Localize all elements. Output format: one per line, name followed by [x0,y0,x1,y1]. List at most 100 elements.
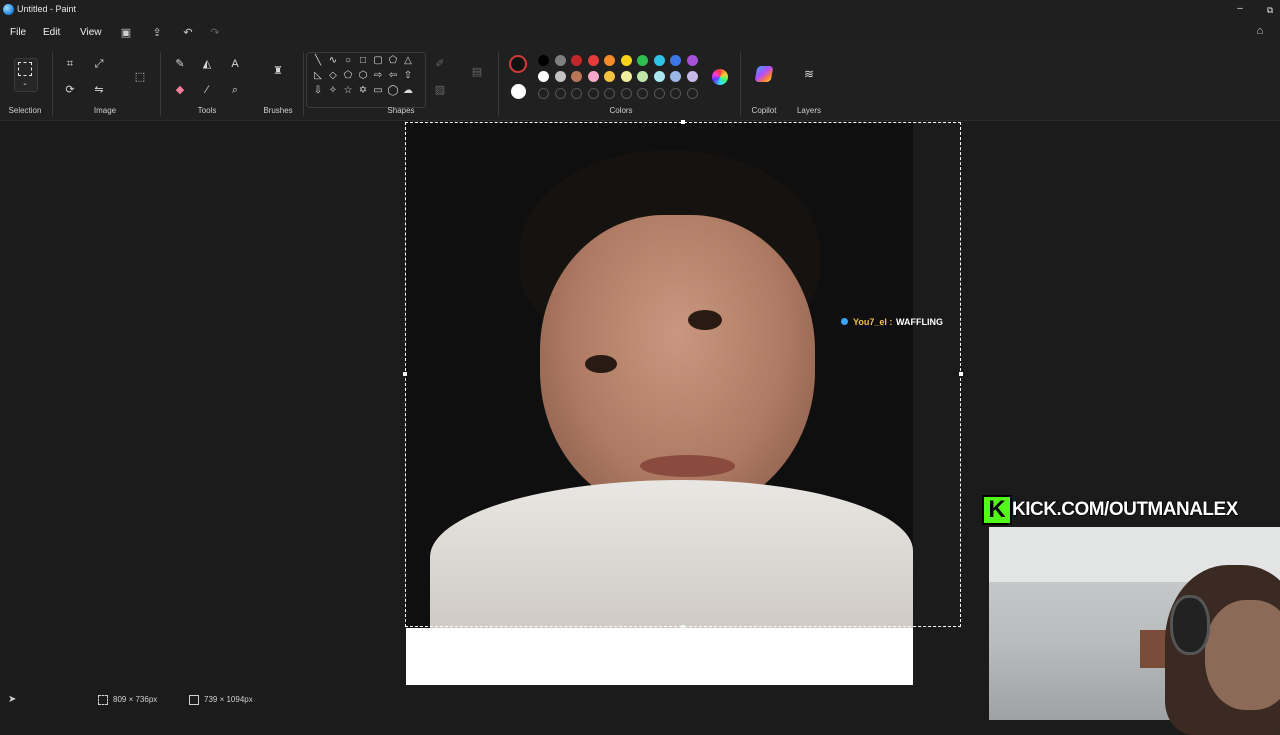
group-label-selection: Selection [8,106,42,115]
redo-icon[interactable]: ↷ [207,25,223,41]
resize-handle-right[interactable] [959,372,963,376]
arrow-right-shape-icon[interactable]: ⇨ [372,70,384,82]
arrow-down-shape-icon[interactable]: ⇩ [312,85,324,97]
color-picker-icon[interactable]: ⁄ [200,83,214,97]
pencil-icon[interactable]: ✎ [173,57,187,71]
chevron-down-icon[interactable]: ⌄ [19,79,31,87]
status-selection-size: 809 × 736px [113,695,158,704]
star-six-shape-icon[interactable]: ✡ [357,85,369,97]
star-four-shape-icon[interactable]: ✧ [327,85,339,97]
diamond-shape-icon[interactable]: ◇ [327,70,339,82]
color-swatch[interactable] [637,55,648,66]
pentagon-shape-icon[interactable]: ⬠ [342,70,354,82]
custom-color-slot[interactable] [554,88,566,99]
menu-edit[interactable]: Edit [43,27,60,38]
selection-marquee[interactable] [405,122,961,627]
rectangle-shape-icon[interactable]: □ [357,55,369,67]
oval-shape-icon[interactable]: ○ [342,55,354,67]
color-swatch[interactable] [538,55,549,66]
custom-color-slot[interactable] [571,88,582,99]
copilot-icon[interactable] [754,66,774,82]
curve-shape-icon[interactable]: ∿ [327,55,339,67]
resize-handle-top[interactable] [681,120,685,124]
polygon-shape-icon[interactable]: ⬠ [387,55,399,67]
outline-icon[interactable]: ✐ [433,57,447,71]
triangle-shape-icon[interactable]: △ [402,55,414,67]
status-canvas-size: 739 × 1094px [204,695,253,704]
edit-colors-icon[interactable] [712,69,728,85]
ribbon-divider [160,52,161,116]
star-five-shape-icon[interactable]: ☆ [342,85,354,97]
color-swatch[interactable] [587,71,599,82]
undo-icon[interactable]: ↶ [180,25,196,41]
share-icon[interactable]: ⇪ [149,25,165,41]
color-swatch[interactable] [554,55,566,66]
text-tool-icon[interactable]: A [228,57,242,71]
maximize-button[interactable]: ⧉ [1262,2,1278,18]
arrow-left-shape-icon[interactable]: ⇦ [387,70,399,82]
primary-color-swatch[interactable] [509,55,527,73]
custom-color-slot[interactable] [653,88,665,99]
flip-icon[interactable]: ⇋ [92,83,106,97]
resize-handle-bottom[interactable] [681,625,685,629]
rotate-icon[interactable]: ⟳ [63,83,77,97]
rounded-rectangle-shape-icon[interactable]: ▢ [372,55,384,67]
color-swatch[interactable] [571,71,582,82]
custom-color-slot[interactable] [637,88,648,99]
color-swatch[interactable] [538,71,549,82]
color-swatch[interactable] [653,71,665,82]
save-icon[interactable]: ▣ [118,25,134,41]
custom-color-slot[interactable] [670,88,681,99]
brush-icon[interactable]: ♜ [271,64,285,82]
headphones-icon [1170,595,1210,655]
group-label-copilot: Copilot [751,106,777,115]
kick-channel-url: KICK.COM/OUTMANALEX [1011,498,1239,520]
kick-logo: K [982,495,1012,525]
color-swatch[interactable] [604,55,615,66]
color-swatch[interactable] [670,55,681,66]
callout-cloud-shape-icon[interactable]: ☁ [402,85,414,97]
color-swatch[interactable] [686,71,698,82]
selection-size-icon [98,695,108,705]
color-swatch[interactable] [637,71,648,82]
callout-rect-shape-icon[interactable]: ▭ [372,85,384,97]
minimize-button[interactable]: – [1232,2,1248,18]
line-shape-icon[interactable]: ╲ [312,55,324,67]
fill-icon[interactable]: ▨ [433,83,447,97]
color-swatch[interactable] [604,71,615,82]
custom-color-slot[interactable] [620,88,632,99]
arrow-up-shape-icon[interactable]: ⇧ [402,70,414,82]
resize-handle-left[interactable] [403,372,407,376]
color-swatch[interactable] [620,71,632,82]
callout-oval-shape-icon[interactable]: ◯ [387,85,399,97]
color-swatch[interactable] [653,55,665,66]
color-swatch[interactable] [670,71,681,82]
color-swatch[interactable] [620,55,632,66]
color-swatch[interactable] [554,71,566,82]
shape-fill-icon[interactable]: ▤ [470,65,484,79]
image-select-icon[interactable]: ⬚ [133,70,147,84]
magnifier-icon[interactable]: ⌕ [228,83,242,97]
secondary-color-swatch[interactable] [511,84,526,99]
right-triangle-shape-icon[interactable]: ◺ [312,70,324,82]
custom-color-slot[interactable] [538,88,549,99]
color-swatch[interactable] [571,55,582,66]
fill-bucket-icon[interactable]: ◭ [200,57,214,71]
pointer-icon: ➤ [8,694,17,705]
custom-color-slot[interactable] [686,88,698,99]
menu-view[interactable]: View [80,27,102,38]
ribbon-divider [303,52,304,116]
layers-icon[interactable]: ≋ [802,67,816,81]
custom-color-slot[interactable] [587,88,599,99]
eraser-icon[interactable]: ◆ [173,83,187,97]
color-swatch[interactable] [686,55,698,66]
color-swatch[interactable] [587,55,599,66]
group-label-layers: Layers [796,106,821,115]
crop-icon[interactable]: ⌗ [63,57,77,71]
custom-color-slot[interactable] [604,88,615,99]
menu-file[interactable]: File [10,27,26,38]
share-panel-icon[interactable]: ⌂ [1252,25,1268,41]
hexagon-shape-icon[interactable]: ⬡ [357,70,369,82]
resize-icon[interactable]: ⤢ [92,57,106,71]
title-bar [0,0,1280,20]
